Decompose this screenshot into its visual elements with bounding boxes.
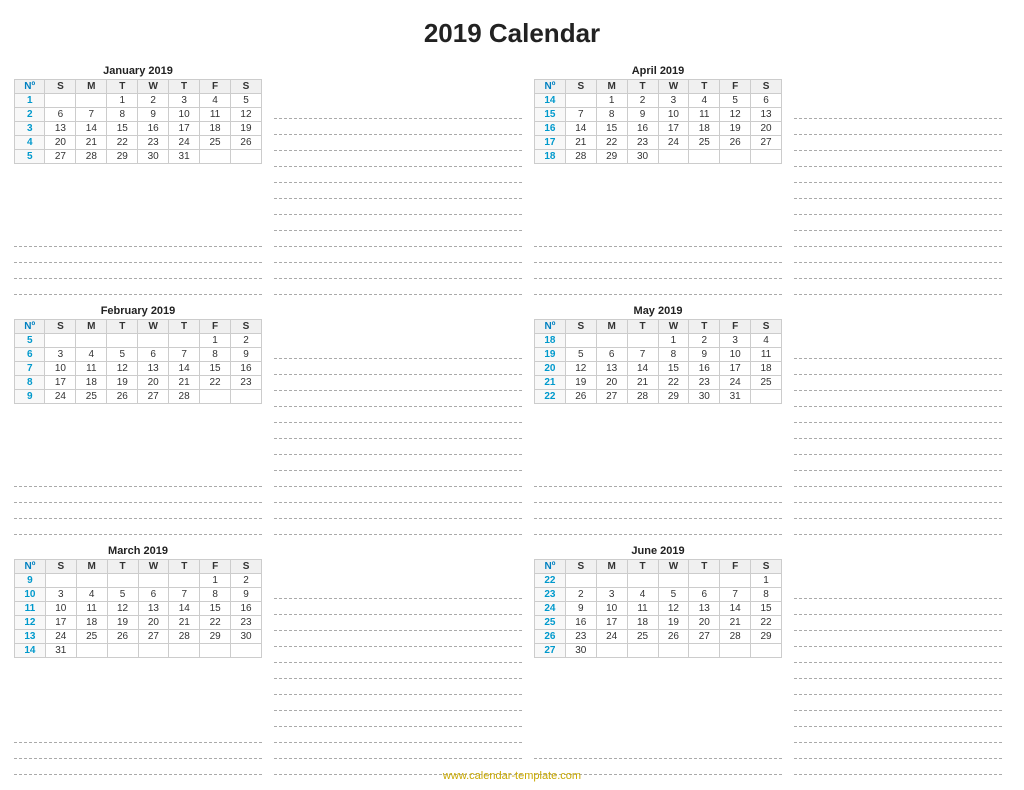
january-cell: January 2019NºSMTWTFS1123452678910111231… bbox=[8, 61, 268, 301]
june-cell: June 2019NºSMTWTFS2212323456782491011121… bbox=[528, 541, 788, 781]
notes-col-1-row-2 bbox=[268, 301, 528, 541]
notes-col-2-row-2 bbox=[788, 301, 1008, 541]
april-cell: April 2019NºSMTWTFS141234561578910111213… bbox=[528, 61, 788, 301]
footer: www.calendar-template.com bbox=[0, 770, 1024, 782]
page-title: 2019 Calendar bbox=[0, 0, 1024, 61]
notes-col-1-row-1 bbox=[268, 61, 528, 301]
notes-col-2-row-1 bbox=[788, 61, 1008, 301]
march-cell: March 2019NºSMTWTFS912103456789111011121… bbox=[8, 541, 268, 781]
notes-col-2-row-3 bbox=[788, 541, 1008, 781]
february-cell: February 2019NºSMTWTFS512634567897101112… bbox=[8, 301, 268, 541]
may-cell: May 2019NºSMTWTFS18123419567891011201213… bbox=[528, 301, 788, 541]
notes-col-1-row-3 bbox=[268, 541, 528, 781]
